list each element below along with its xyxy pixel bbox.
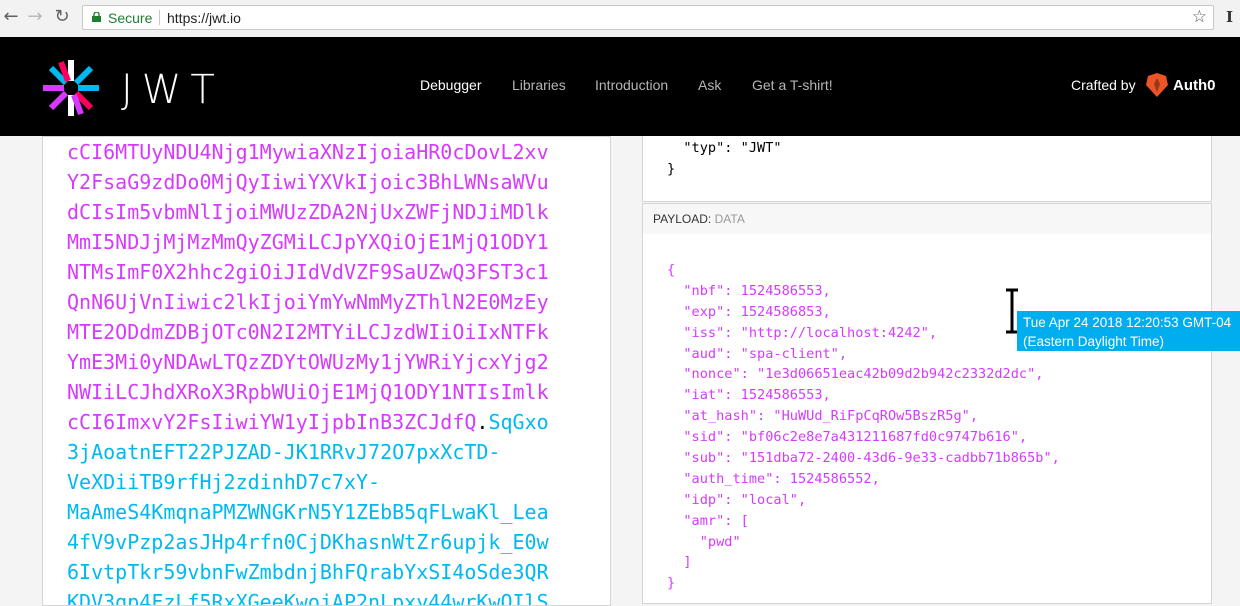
payload-subtitle: DATA (714, 212, 745, 226)
encoded-line: Y2FsaG9zdDo0MjQyIiwiYXVkIjoic3BhLWNsaWVu (67, 167, 607, 197)
browser-toolbar: ← → ↻ Secure https://jwt.io ☆ I (0, 0, 1240, 38)
payload-segment: YmE3Mi0yNDAwLTQzZDYtOWUzMy1jYWRiYjcxYjg2 (67, 350, 549, 374)
payload-json-line: "nbf": 1524586553, (667, 282, 831, 299)
secure-label: Secure (108, 10, 153, 26)
payload-json-line: "exp": 1524586853, (667, 303, 831, 320)
payload-json-line: "nonce": "1e3d06651eac42b09d2b942c2332d2… (667, 366, 1044, 383)
nav-t-shirt[interactable]: Get a T-shirt! (752, 77, 833, 93)
lock-icon (92, 12, 101, 22)
signature-segment: VeXDiiTB9rfHj2zdinhD7c7xY- (67, 470, 381, 494)
address-bar[interactable]: Secure https://jwt.io ☆ (82, 5, 1214, 30)
payload-segment: Y2FsaG9zdDo0MjQyIiwiYXVkIjoic3BhLWNsaWVu (67, 170, 549, 194)
signature-segment: SqGxo (488, 410, 549, 434)
header-json-line: } (667, 160, 676, 177)
payload-json-line: "at_hash": "HuWUd_RiFpCqROw5BszR5g", (667, 408, 978, 425)
payload-json-line: "iss": "http://localhost:4242", (667, 324, 938, 341)
auth0-shield-icon[interactable] (1146, 73, 1168, 97)
payload-panel[interactable]: { "nbf": 1524586553, "exp": 1524586853, … (642, 234, 1212, 604)
payload-json-line: "sub": "151dba72-2400-43d6-9e33-cadbb71b… (667, 450, 1060, 467)
tooltip-line-2: (Eastern Daylight Time) (1023, 334, 1165, 349)
encoded-line: YmE3Mi0yNDAwLTQzZDYtOWUzMy1jYWRiYjcxYjg2 (67, 347, 607, 377)
encoded-line: 4fV9vPzp2asJHp4rfn0CjDKhasnWtZr6upjk_E0w (67, 527, 607, 557)
payload-title: PAYLOAD: (653, 212, 712, 226)
encoded-line: VeXDiiTB9rfHj2zdinhD7c7xY- (67, 467, 607, 497)
encoded-line: MaAmeS4KmqnaPMZWNGKrN5Y1ZEbB5qFLwaKl_Lea (67, 497, 607, 527)
signature-segment: 4fV9vPzp2asJHp4rfn0CjDKhasnWtZr6upjk_E0w (67, 530, 549, 554)
payload-segment: dCIsIm5vbmNlIjoiMWUzZDA2NjUxZWFjNDJiMDlk (67, 200, 549, 224)
encoded-line: KDV3gp4FzLf5RxXGeeKwojAP2nLpxy44wrKwQIlS (67, 587, 607, 606)
extension-icon[interactable]: I (1226, 8, 1233, 26)
site-header: JWT Debugger Libraries Introduction Ask … (0, 37, 1240, 136)
payload-json-line: "iat": 1524586553, (667, 387, 831, 404)
payload-json[interactable]: { "nbf": 1524586553, "exp": 1524586853, … (667, 260, 1060, 594)
dot-separator: . (476, 410, 489, 434)
url-text[interactable]: https://jwt.io (167, 10, 241, 26)
encoded-line: cCI6MTUyNDU4Njg1MywiaXNzIjoiaHR0cDovL2xv (67, 137, 607, 167)
payload-json-line: "pwd" (667, 533, 741, 550)
decoded-header-panel[interactable]: "typ": "JWT" } (642, 136, 1212, 202)
encoded-line: 3jAoatnEFT22PJZAD-JK1RRvJ72O7pxXcTD- (67, 437, 607, 467)
nav-introduction[interactable]: Introduction (595, 77, 668, 93)
encoded-line: MmI5NDJjMjMzMmQyZGMiLCJpYXQiOjE1MjQ1ODY1 (67, 227, 607, 257)
encoded-line: dCIsIm5vbmNlIjoiMWUzZDA2NjUxZWFjNDJiMDlk (67, 197, 607, 227)
auth0-brand[interactable]: Auth0 (1173, 77, 1216, 94)
payload-json-line: "amr": [ (667, 512, 749, 529)
signature-segment: 6IvtpTkr59vbnFwZmbdnjBhFQrabYxSI4oSde3QR (67, 560, 549, 584)
encoded-line: cCI6ImxvY2FsIiwiYW1yIjpbInB3ZCJdfQ.SqGxo (67, 407, 607, 437)
bookmark-star-icon[interactable]: ☆ (1192, 7, 1207, 27)
signature-segment: 3jAoatnEFT22PJZAD-JK1RRvJ72O7pxXcTD- (67, 440, 501, 464)
encoded-line: NTMsImF0X2hhc2giOiJIdVdVZF9SaUZwQ3FST3c1 (67, 257, 607, 287)
encoded-token-text[interactable]: cCI6MTUyNDU4Njg1MywiaXNzIjoiaHR0cDovL2xv… (67, 137, 607, 606)
address-divider (159, 10, 160, 25)
encoded-line: MTE2ODdmZDBjOTc0N2I2MTYiLCJzdWIiOiIxNTFk (67, 317, 607, 347)
encoded-line: NWIiLCJhdXRoX3RpbWUiOjE1MjQ1ODY1NTIsImlk (67, 377, 607, 407)
encoded-token-panel[interactable]: cCI6MTUyNDU4Njg1MywiaXNzIjoiaHR0cDovL2xv… (42, 136, 611, 606)
payload-segment: cCI6ImxvY2FsIiwiYW1yIjpbInB3ZCJdfQ (67, 410, 477, 434)
header-json-line: "typ": "JWT" (667, 140, 782, 156)
payload-json-line: ] (667, 554, 692, 571)
payload-segment: NTMsImF0X2hhc2giOiJIdVdVZF9SaUZwQ3FST3c1 (67, 260, 549, 284)
signature-segment: KDV3gp4FzLf5RxXGeeKwojAP2nLpxy44wrKwQIlS (67, 590, 549, 606)
payload-json-line: "idp": "local", (667, 491, 807, 508)
header-json[interactable]: "typ": "JWT" } (667, 138, 782, 180)
nav-ask[interactable]: Ask (698, 77, 721, 93)
payload-json-line: "sid": "bf06c2e8e7a431211687fd0c9747b616… (667, 429, 1028, 446)
crafted-by-label: Crafted by (1071, 77, 1136, 93)
timestamp-tooltip: Tue Apr 24 2018 12:20:53 GMT-04 (Eastern… (1017, 311, 1240, 351)
nav-debugger[interactable]: Debugger (420, 77, 482, 93)
jwt-logo-icon[interactable] (41, 58, 101, 118)
payload-json-line: { (667, 262, 676, 278)
payload-json-line: "aud": "spa-client", (667, 345, 848, 362)
payload-segment: MTE2ODdmZDBjOTc0N2I2MTYiLCJzdWIiOiIxNTFk (67, 320, 549, 344)
payload-section-title: PAYLOAD: DATA (642, 203, 1212, 235)
payload-segment: MmI5NDJjMjMzMmQyZGMiLCJpYXQiOjE1MjQ1ODY1 (67, 230, 549, 254)
reload-icon[interactable]: ↻ (51, 6, 73, 28)
back-arrow-icon[interactable]: ← (0, 6, 22, 28)
signature-segment: MaAmeS4KmqnaPMZWNGKrN5Y1ZEbB5qFLwaKl_Lea (67, 500, 549, 524)
payload-segment: QnN6UjVnIiwic2lkIjoiYmYwNmMyZThlN2E0MzEy (67, 290, 549, 314)
payload-segment: cCI6MTUyNDU4Njg1MywiaXNzIjoiaHR0cDovL2xv (67, 140, 549, 164)
payload-segment: NWIiLCJhdXRoX3RpbWUiOjE1MjQ1ODY1NTIsImlk (67, 380, 549, 404)
tooltip-line-1: Tue Apr 24 2018 12:20:53 GMT-04 (1023, 315, 1232, 330)
forward-arrow-icon[interactable]: → (24, 6, 46, 28)
payload-json-line: "auth_time": 1524586552, (667, 470, 880, 487)
logo-text[interactable]: JWT (121, 67, 224, 113)
payload-json-line: } (667, 575, 676, 592)
encoded-line: QnN6UjVnIiwic2lkIjoiYmYwNmMyZThlN2E0MzEy (67, 287, 607, 317)
nav-libraries[interactable]: Libraries (512, 77, 566, 93)
encoded-line: 6IvtpTkr59vbnFwZmbdnjBhFQrabYxSI4oSde3QR (67, 557, 607, 587)
